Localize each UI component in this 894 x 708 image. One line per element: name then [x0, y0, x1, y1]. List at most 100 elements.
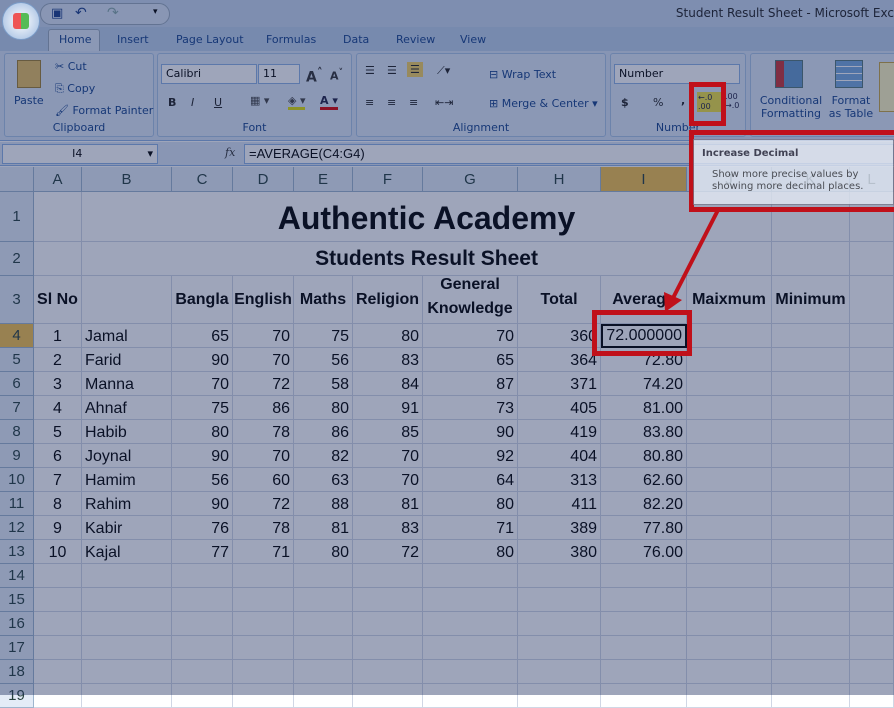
- align-middle-icon[interactable]: ☰: [387, 64, 397, 77]
- comma-button[interactable]: ,: [681, 94, 685, 107]
- row-header-9[interactable]: 9: [0, 444, 34, 468]
- cell[interactable]: [687, 420, 772, 444]
- sheet-title[interactable]: Authentic Academy: [82, 192, 772, 242]
- cell[interactable]: [601, 612, 687, 636]
- borders-icon[interactable]: ▦ ▾: [250, 94, 269, 107]
- cell[interactable]: [82, 276, 172, 324]
- data-cell[interactable]: 63: [294, 468, 353, 492]
- data-cell[interactable]: 82: [294, 444, 353, 468]
- cell[interactable]: [850, 492, 894, 516]
- column-title[interactable]: English: [233, 276, 294, 324]
- cell[interactable]: [423, 612, 518, 636]
- column-header-c[interactable]: C: [172, 167, 233, 192]
- column-title[interactable]: Bangla: [172, 276, 233, 324]
- cell[interactable]: [353, 636, 423, 660]
- cell[interactable]: [687, 684, 772, 708]
- data-cell[interactable]: 70: [233, 324, 294, 348]
- column-header-e[interactable]: E: [294, 167, 353, 192]
- cell[interactable]: [172, 612, 233, 636]
- cell[interactable]: [601, 684, 687, 708]
- cell[interactable]: [294, 588, 353, 612]
- data-cell[interactable]: 10: [34, 540, 82, 564]
- cell[interactable]: [772, 324, 850, 348]
- cell[interactable]: [850, 242, 894, 276]
- percent-button[interactable]: %: [653, 96, 663, 109]
- data-cell[interactable]: 80: [172, 420, 233, 444]
- column-title[interactable]: Sl No: [34, 276, 82, 324]
- data-cell[interactable]: 82.20: [601, 492, 687, 516]
- data-cell[interactable]: 371: [518, 372, 601, 396]
- cell[interactable]: [850, 468, 894, 492]
- data-cell[interactable]: 77: [172, 540, 233, 564]
- cell[interactable]: [518, 588, 601, 612]
- row-header-17[interactable]: 17: [0, 636, 34, 660]
- cell[interactable]: [82, 564, 172, 588]
- data-cell[interactable]: 380: [518, 540, 601, 564]
- font-name-select[interactable]: Calibri: [161, 64, 257, 84]
- cell[interactable]: [687, 612, 772, 636]
- cell[interactable]: [772, 564, 850, 588]
- cell[interactable]: [172, 588, 233, 612]
- cell[interactable]: [772, 492, 850, 516]
- row-header-7[interactable]: 7: [0, 396, 34, 420]
- row-header-13[interactable]: 13: [0, 540, 34, 564]
- tab-view[interactable]: View: [460, 33, 486, 46]
- cell[interactable]: [850, 684, 894, 708]
- data-cell[interactable]: 72: [233, 492, 294, 516]
- data-cell[interactable]: 62.60: [601, 468, 687, 492]
- data-cell[interactable]: 90: [172, 348, 233, 372]
- column-title[interactable]: Total: [518, 276, 601, 324]
- data-cell[interactable]: 92: [423, 444, 518, 468]
- cell[interactable]: [294, 564, 353, 588]
- data-cell[interactable]: 86: [233, 396, 294, 420]
- cell[interactable]: [353, 612, 423, 636]
- cell[interactable]: [772, 372, 850, 396]
- cell[interactable]: [687, 540, 772, 564]
- column-header-b[interactable]: B: [82, 167, 172, 192]
- customize-dropdown-icon[interactable]: ▾: [153, 7, 158, 17]
- row-header-12[interactable]: 12: [0, 516, 34, 540]
- data-cell[interactable]: 1: [34, 324, 82, 348]
- tab-review[interactable]: Review: [396, 33, 435, 46]
- data-cell[interactable]: 81: [294, 516, 353, 540]
- column-header-f[interactable]: F: [353, 167, 423, 192]
- cell[interactable]: [850, 372, 894, 396]
- cell[interactable]: [172, 564, 233, 588]
- data-cell[interactable]: 70: [353, 444, 423, 468]
- data-cell[interactable]: 75: [294, 324, 353, 348]
- cell[interactable]: [518, 612, 601, 636]
- data-cell[interactable]: 81: [353, 492, 423, 516]
- data-cell[interactable]: 80: [294, 396, 353, 420]
- data-cell[interactable]: 389: [518, 516, 601, 540]
- data-cell[interactable]: 419: [518, 420, 601, 444]
- align-left-icon[interactable]: ≡: [365, 96, 374, 109]
- copy-button[interactable]: ⎘ Copy: [55, 82, 95, 96]
- column-title[interactable]: Maixmum: [687, 276, 772, 324]
- cell[interactable]: [294, 684, 353, 708]
- data-cell[interactable]: 86: [294, 420, 353, 444]
- data-cell[interactable]: 83: [353, 348, 423, 372]
- cell[interactable]: [423, 564, 518, 588]
- data-cell[interactable]: 78: [233, 420, 294, 444]
- cell[interactable]: [850, 396, 894, 420]
- number-format-select[interactable]: Number: [614, 64, 740, 84]
- paste-button[interactable]: Paste: [14, 94, 44, 107]
- cell[interactable]: [772, 660, 850, 684]
- data-cell[interactable]: 76.00: [601, 540, 687, 564]
- cell[interactable]: [772, 396, 850, 420]
- cell[interactable]: [423, 660, 518, 684]
- cell[interactable]: [82, 612, 172, 636]
- column-title[interactable]: Religion: [353, 276, 423, 324]
- worksheet-grid[interactable]: ABCDEFGHIJKL1234567891011121314151617181…: [0, 167, 894, 708]
- data-cell[interactable]: 74.20: [601, 372, 687, 396]
- cell[interactable]: [423, 636, 518, 660]
- row-header-5[interactable]: 5: [0, 348, 34, 372]
- cell[interactable]: [687, 660, 772, 684]
- cell[interactable]: [353, 588, 423, 612]
- align-top-icon[interactable]: ☰: [365, 64, 375, 77]
- data-cell[interactable]: 65: [423, 348, 518, 372]
- data-cell[interactable]: 91: [353, 396, 423, 420]
- grow-font-button[interactable]: A˄: [306, 65, 323, 86]
- data-cell[interactable]: 88: [294, 492, 353, 516]
- cell[interactable]: [233, 636, 294, 660]
